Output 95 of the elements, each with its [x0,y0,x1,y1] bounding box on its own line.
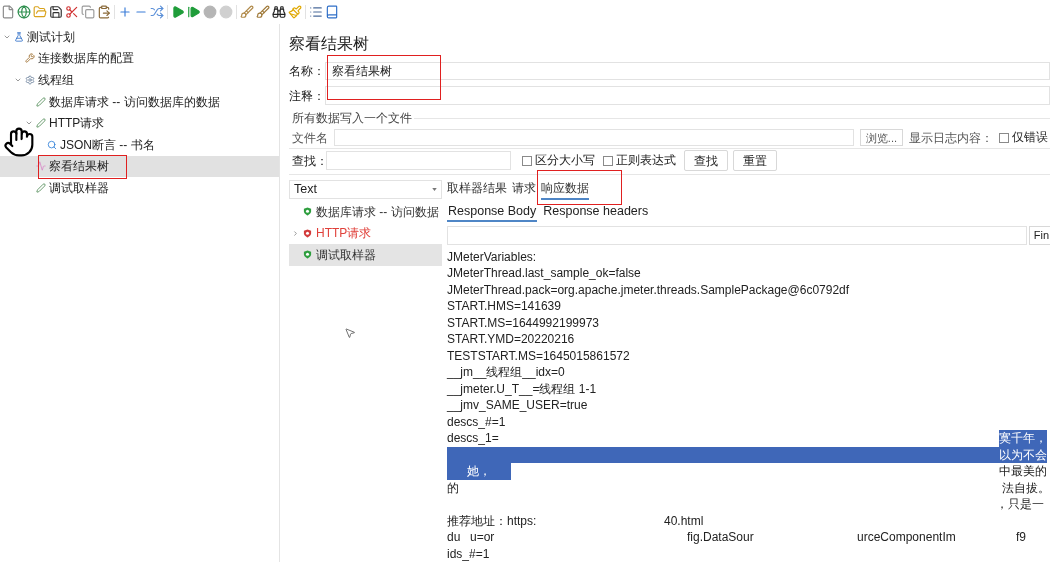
tree-item[interactable]: 调试取样器 [0,177,279,199]
tree-item[interactable]: 测试计划 [0,26,279,48]
response-text: 推荐地址：https: [447,512,537,529]
errors-checkbox[interactable] [999,132,1009,143]
checkbox-label: 仅错误 [1012,129,1048,145]
caret-icon[interactable] [291,229,299,237]
wrench-icon [25,53,35,64]
binoculars-icon[interactable] [272,5,286,19]
broom-icon[interactable] [256,5,270,19]
response-text: ，只是一 [996,496,1044,513]
gear-icon [25,75,35,85]
file-field[interactable] [334,129,854,146]
flask-icon [14,31,24,42]
search-button[interactable]: 重置 [733,150,777,171]
response-line: __jmv_SAME_USER=true [447,397,588,414]
pen-icon [36,96,46,107]
result-tab[interactable]: 取样器结果 [447,180,507,200]
response-text: 她， [447,463,511,480]
search-label: 查找： [292,152,326,170]
pointer-cursor-icon [344,325,356,341]
response-line: TESTSTART.MS=1645015861572 [447,347,630,364]
caret-icon [432,188,437,191]
response-text: fig.DataSour [687,529,754,546]
globe-icon[interactable] [17,5,31,19]
group-title: 所有数据写入一个文件 [292,110,412,127]
copy-icon[interactable] [81,5,95,19]
response-text: 寞千年， [999,430,1047,447]
log-label: 显示日志内容： [909,129,993,147]
caret-icon[interactable] [13,76,22,84]
clipboard-icon[interactable] [97,5,111,19]
pen-icon [36,118,46,129]
tree-item[interactable]: 连接数据库的配置 [0,47,279,70]
broom-icon[interactable] [240,5,254,19]
comment-label: 注释： [289,87,325,105]
pulse-icon [36,161,46,172]
new-file-icon[interactable] [1,5,15,19]
result-tab[interactable]: 响应数据 [541,180,589,200]
plus-icon[interactable] [118,5,132,19]
file-label: 文件名 [292,129,328,147]
panel-title: 察看结果树 [289,34,369,54]
response-line: __jmeter.U_T__=线程组 1-1 [447,380,597,397]
response-line: descs_#=1 [447,413,506,430]
body-tab[interactable]: Response Body [447,201,538,222]
response-text: 以为不会 [447,446,1047,463]
response-text: urceComponentIm [857,529,956,546]
response-line: ids_#=1 [447,545,490,562]
play-icon[interactable] [171,5,185,19]
response-line: START.YMD=20220216 [447,331,575,348]
name-label: 名称： [289,63,325,80]
checkbox-label: 区分大小写 [535,152,595,168]
tree-item[interactable]: HTTP请求 [0,112,279,134]
comment-field[interactable] [325,86,1050,105]
response-text: du [447,529,461,546]
response-text: 的 [447,479,459,496]
search-field[interactable] [326,151,511,170]
pen-icon [36,182,46,193]
circle-icon[interactable] [203,5,217,19]
toggle-icon[interactable] [150,5,164,19]
sample-item[interactable]: 数据库请求 -- 访问数据 [289,201,442,223]
response-line: JMeterThread.last_sample_ok=false [447,265,641,282]
response-text: 法自拔。 [1002,479,1050,496]
response-text: descs_1= [447,430,499,447]
scissors-icon[interactable] [65,5,79,19]
response-text: 40.html [664,512,704,529]
magnifier-icon [47,139,57,150]
browse-button[interactable]: 浏览... [859,129,903,146]
tree-item[interactable]: 线程组 [0,69,279,91]
response-text: f9 [1016,529,1026,546]
play-icon[interactable] [187,5,201,19]
sample-item[interactable]: 调试取样器 [289,244,442,266]
result-tab[interactable]: 请求 [512,180,536,200]
hand-cursor-icon [3,125,35,159]
response-line: START.MS=1644992199973 [447,314,599,331]
book-icon[interactable] [325,5,339,19]
response-line: JMeterThread.pack=org.apache.jmeter.threads.SamplePackage@6c0792df [447,281,850,298]
tree-item[interactable]: 察看结果树 [0,155,279,178]
response-text: u=or [470,529,495,546]
tree-item[interactable]: JSON断言 -- 书名 [0,133,279,156]
name-field[interactable]: 察看结果树 [325,62,1050,80]
response-line: START.HMS=141639 [447,298,561,315]
response-line: JMeterVariables: [447,248,537,265]
renderer-dropdown[interactable]: Text [289,180,442,199]
response-line: __jm__线程组__idx=0 [447,364,565,381]
list-icon[interactable] [309,5,323,19]
sample-item[interactable]: HTTP请求 [289,222,442,244]
find-button[interactable]: Fin [1028,225,1050,245]
save-icon[interactable] [49,5,63,19]
body-tab[interactable]: Response headers [542,201,650,222]
checkbox-label: 正则表达式 [616,152,676,168]
tree-item[interactable]: 数据库请求 -- 访问数据库的数据 [0,90,279,113]
find-field[interactable] [447,225,1027,245]
search-button[interactable]: 查找 [684,150,728,171]
option-checkbox[interactable] [522,155,532,166]
response-text: 中最美的 [999,463,1047,480]
option-checkbox[interactable] [603,155,613,166]
